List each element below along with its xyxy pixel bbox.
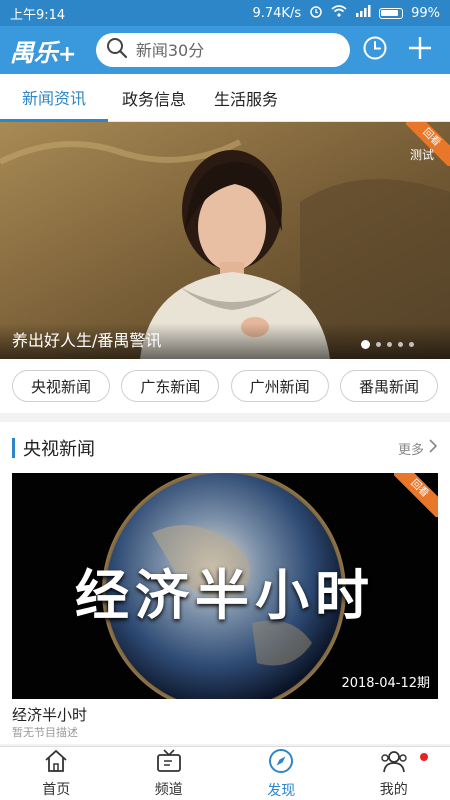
nav-home-label: 首页 <box>42 781 71 798</box>
network-speed: 9.74K/s <box>252 5 302 21</box>
plus-icon <box>407 35 433 65</box>
chip-guangdong-news[interactable]: 广东新闻 <box>121 370 220 402</box>
program-title[interactable]: 经济半小时 <box>12 704 87 725</box>
history-button[interactable] <box>356 30 395 70</box>
bottom-navigation: 首页 频道 发现 我的 <box>0 746 450 800</box>
nav-discover-label: 发现 <box>267 782 296 799</box>
chip-panyu-news[interactable]: 番禺新闻 <box>339 370 438 402</box>
carousel-dot[interactable] <box>398 342 403 347</box>
tab-news[interactable]: 新闻资讯 <box>0 74 108 122</box>
carousel-indicator <box>361 340 414 349</box>
tab-government[interactable]: 政务信息 <box>108 74 200 122</box>
users-icon <box>379 749 409 777</box>
alarm-icon <box>309 4 323 22</box>
program-logo-text: 经济半小时 <box>75 564 375 627</box>
episode-date: 2018-04-12期 <box>341 676 430 691</box>
app-header: 禺乐+ <box>0 26 450 74</box>
news-category-chips: 央视新闻 广东新闻 广州新闻 番禺新闻 <box>0 359 450 413</box>
search-icon <box>106 37 128 63</box>
nav-home[interactable]: 首页 <box>0 747 113 800</box>
status-time: 上午9:14 <box>10 7 66 23</box>
search-box[interactable] <box>95 33 350 67</box>
nav-channels[interactable]: 频道 <box>113 747 226 800</box>
carousel-dot[interactable] <box>361 340 370 349</box>
tab-life-services[interactable]: 生活服务 <box>200 74 292 122</box>
nav-profile[interactable]: 我的 <box>338 747 450 800</box>
program-description: 暂无节目描述 <box>12 726 78 739</box>
status-bar: 上午9:14 9.74K/s 99% <box>0 0 450 26</box>
category-tabs: 新闻资讯 政务信息 生活服务 <box>0 74 450 122</box>
program-thumbnail[interactable]: 经济半小时 回看 2018-04-12期 <box>12 473 438 699</box>
cctv-news-section: 央视新闻 更多 经济半小时 回看 2018-04-12期 经济半小时 暂无节目描… <box>0 422 450 744</box>
chip-guangzhou-news[interactable]: 广州新闻 <box>230 370 329 402</box>
more-link[interactable]: 更多 <box>398 438 438 458</box>
nav-discover[interactable]: 发现 <box>225 747 338 800</box>
banner-caption: 养出好人生/番禺警讯 <box>12 331 162 350</box>
chip-cctv-news[interactable]: 央视新闻 <box>12 370 110 402</box>
section-accent-bar <box>12 438 15 458</box>
battery-icon <box>379 7 404 19</box>
home-icon <box>43 749 69 777</box>
app-logo: 禺乐+ <box>10 38 77 67</box>
tv-icon <box>156 748 182 777</box>
compass-icon <box>268 748 294 778</box>
notification-dot <box>420 753 428 761</box>
signal-icon <box>355 5 371 21</box>
chevron-right-icon <box>428 438 438 458</box>
clock-icon <box>362 35 388 65</box>
nav-profile-label: 我的 <box>379 781 408 798</box>
section-header: 央视新闻 更多 <box>0 422 450 474</box>
add-button[interactable] <box>401 30 440 70</box>
banner-carousel[interactable]: 回看 测试 养出好人生/番禺警讯 <box>0 122 450 359</box>
replay-badge: 回看 <box>394 473 438 517</box>
carousel-dot[interactable] <box>376 342 381 347</box>
nav-channels-label: 频道 <box>154 781 183 798</box>
carousel-dot[interactable] <box>387 342 392 347</box>
section-title: 央视新闻 <box>23 439 95 460</box>
wifi-icon <box>331 5 347 21</box>
test-label: 测试 <box>409 148 434 162</box>
search-input[interactable] <box>135 40 336 60</box>
carousel-dot[interactable] <box>409 342 414 347</box>
battery-level: 99% <box>411 5 440 21</box>
